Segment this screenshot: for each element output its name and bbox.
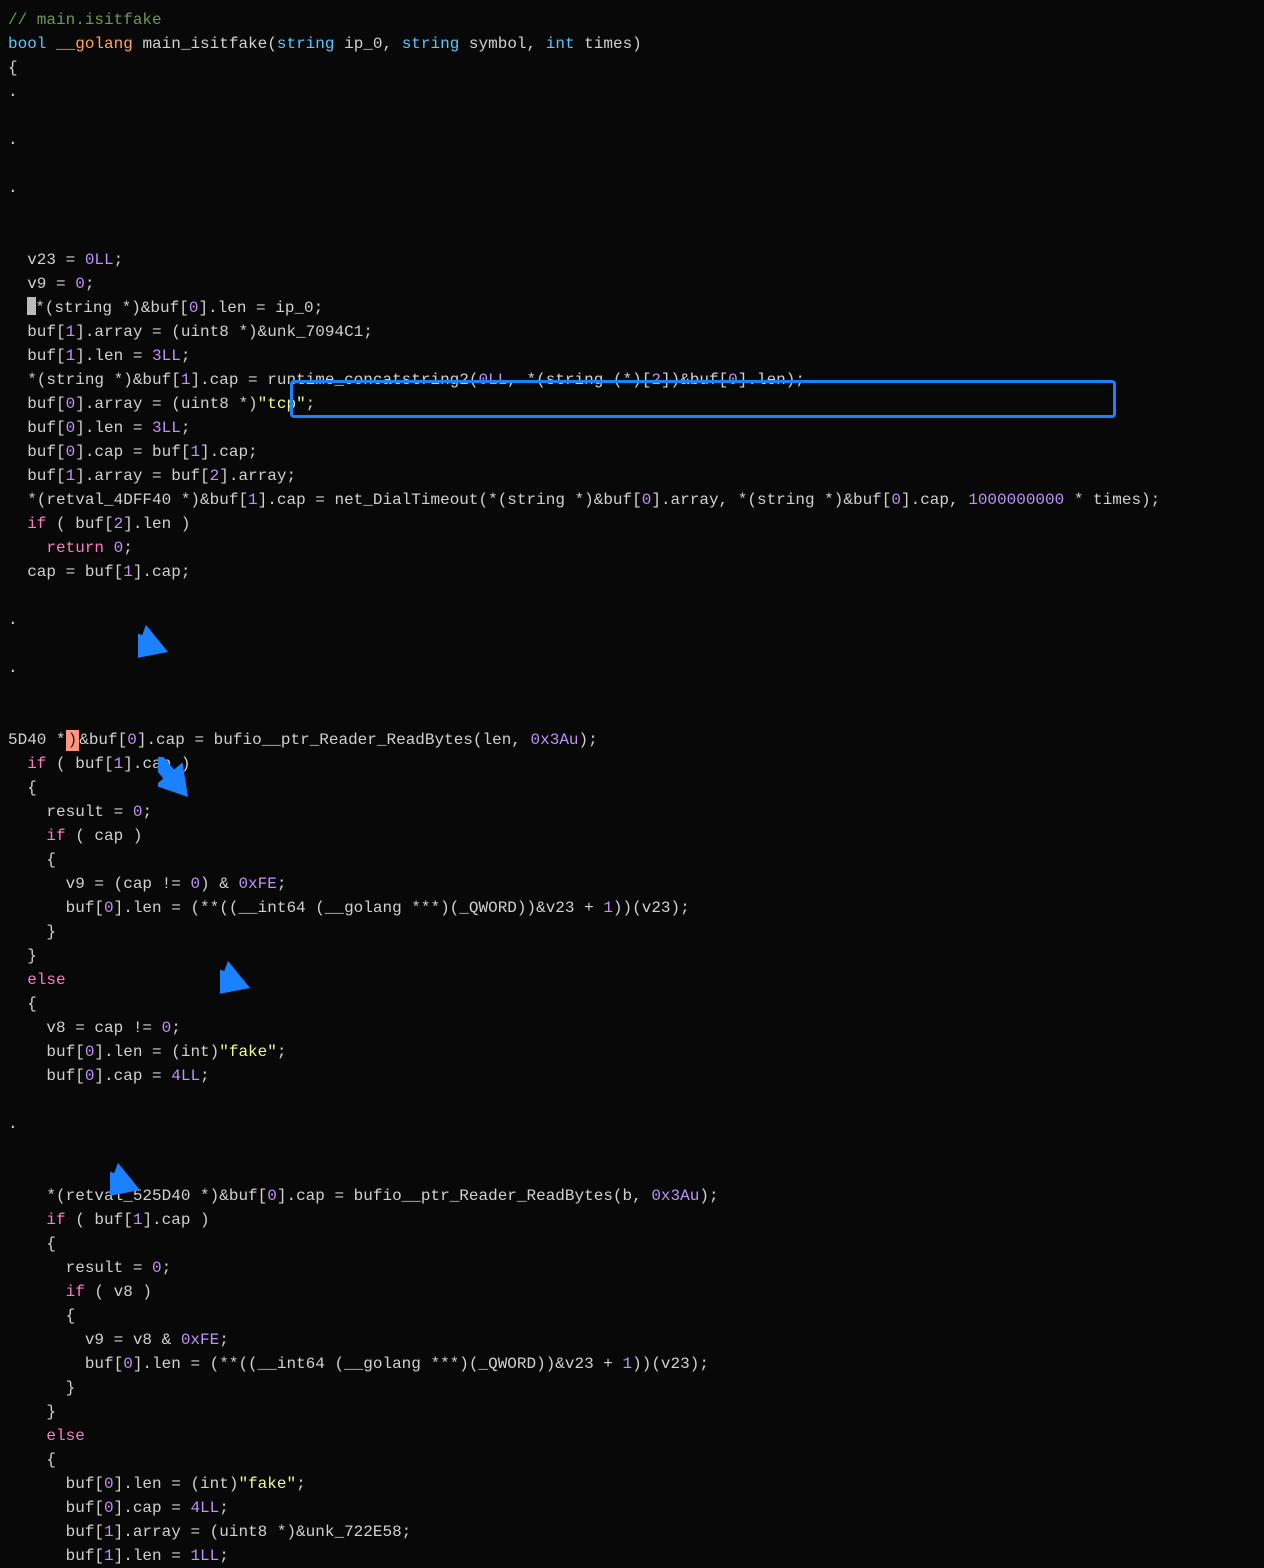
code-line: v8 = cap != 0; — [8, 1016, 1256, 1040]
code-line-with-caret: *(string *)&buf[0].len = ip_0; — [8, 296, 1256, 320]
code-line: else — [8, 968, 1256, 992]
blank — [8, 104, 1256, 128]
code-line: } — [8, 1376, 1256, 1400]
code-line: { — [8, 992, 1256, 1016]
code-line: buf[1].array = (uint8 *)&unk_7094C1; — [8, 320, 1256, 344]
brace-open: { — [8, 56, 1256, 80]
blank — [8, 584, 1256, 608]
blank — [8, 1088, 1256, 1112]
code-line: 5D40 *)&buf[0].cap = bufio__ptr_Reader_R… — [8, 728, 1256, 752]
collapsed-dot: . — [8, 128, 1256, 152]
code-line: buf[0].len = (int)"fake"; — [8, 1472, 1256, 1496]
code-line: } — [8, 944, 1256, 968]
code-line: { — [8, 1232, 1256, 1256]
code-line: buf[0].len = (**((__int64 (__golang ***)… — [8, 1352, 1256, 1376]
text-cursor-selection: ) — [66, 730, 80, 751]
code-line: if ( cap ) — [8, 824, 1256, 848]
code-line: buf[0].array = (uint8 *)"tcp"; — [8, 392, 1256, 416]
code-line: buf[0].cap = buf[1].cap; — [8, 440, 1256, 464]
code-line: buf[0].len = (**((__int64 (__golang ***)… — [8, 896, 1256, 920]
decompiled-code-view: // main.isitfake bool __golang main_isit… — [8, 8, 1256, 1568]
code-line: buf[1].array = buf[2].array; — [8, 464, 1256, 488]
code-line: *(retval_525D40 *)&buf[0].cap = bufio__p… — [8, 1184, 1256, 1208]
code-line: v23 = 0LL; — [8, 248, 1256, 272]
code-line: buf[1].len = 1LL; — [8, 1544, 1256, 1568]
blank — [8, 224, 1256, 248]
collapsed-dot: . — [8, 608, 1256, 632]
blank — [8, 704, 1256, 728]
code-line: buf[0].cap = 4LL; — [8, 1064, 1256, 1088]
code-line: } — [8, 1400, 1256, 1424]
code-line: result = 0; — [8, 1256, 1256, 1280]
code-line: { — [8, 1448, 1256, 1472]
code-line: buf[0].len = (int)"fake"; — [8, 1040, 1256, 1064]
code-line: buf[1].array = (uint8 *)&unk_722E58; — [8, 1520, 1256, 1544]
code-line: *(string *)&buf[1].cap = runtime_concats… — [8, 368, 1256, 392]
collapsed-dot: . — [8, 176, 1256, 200]
code-line: buf[0].len = 3LL; — [8, 416, 1256, 440]
code-line: if ( buf[2].len ) — [8, 512, 1256, 536]
code-line: return 0; — [8, 536, 1256, 560]
code-line: buf[0].cap = 4LL; — [8, 1496, 1256, 1520]
code-line: if ( buf[1].cap ) — [8, 752, 1256, 776]
code-line: v9 = v8 & 0xFE; — [8, 1328, 1256, 1352]
code-line: } — [8, 920, 1256, 944]
blank — [8, 632, 1256, 656]
blank — [8, 1136, 1256, 1160]
blank — [8, 200, 1256, 224]
blank — [8, 152, 1256, 176]
code-line: buf[1].len = 3LL; — [8, 344, 1256, 368]
comment-line: // main.isitfake — [8, 8, 1256, 32]
code-line: { — [8, 848, 1256, 872]
function-signature: bool __golang main_isitfake(string ip_0,… — [8, 32, 1256, 56]
code-line: v9 = (cap != 0) & 0xFE; — [8, 872, 1256, 896]
code-line: result = 0; — [8, 800, 1256, 824]
blank — [8, 680, 1256, 704]
blank — [8, 1160, 1256, 1184]
collapsed-dot: . — [8, 1112, 1256, 1136]
code-line: cap = buf[1].cap; — [8, 560, 1256, 584]
code-line: else — [8, 1424, 1256, 1448]
collapsed-dot: . — [8, 80, 1256, 104]
code-line: { — [8, 776, 1256, 800]
code-line: { — [8, 1304, 1256, 1328]
code-line: v9 = 0; — [8, 272, 1256, 296]
code-line-highlighted: *(retval_4DFF40 *)&buf[1].cap = net_Dial… — [8, 488, 1256, 512]
code-line: if ( buf[1].cap ) — [8, 1208, 1256, 1232]
collapsed-dot: . — [8, 656, 1256, 680]
code-line: if ( v8 ) — [8, 1280, 1256, 1304]
